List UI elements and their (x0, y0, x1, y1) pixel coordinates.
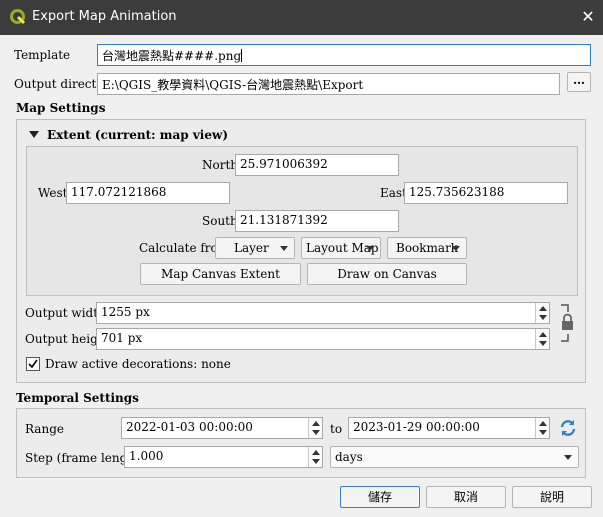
bookmark-dropdown[interactable]: Bookmark (387, 237, 467, 259)
north-input[interactable]: 25.971006392 (235, 154, 399, 176)
output-width-input[interactable]: 1255 px (96, 302, 550, 324)
bookmark-dropdown-label: Bookmark (396, 241, 459, 255)
save-button[interactable]: 儲存 (340, 486, 420, 508)
west-value: 117.072121868 (71, 185, 167, 199)
map-canvas-extent-button[interactable]: Map Canvas Extent (140, 263, 301, 285)
collapse-arrow-icon[interactable] (29, 131, 39, 138)
north-value: 25.971006392 (240, 157, 328, 171)
output-height-value: 701 px (101, 331, 143, 345)
chevron-down-icon (366, 246, 374, 251)
east-label: East (380, 186, 407, 200)
title-bar: Export Map Animation ✕ (0, 0, 603, 35)
step-spinner[interactable] (308, 447, 322, 467)
south-value: 21.131871392 (240, 213, 328, 227)
range-end-input[interactable]: 2023-01-29 00:00:00 (348, 417, 550, 439)
map-settings-title: Map Settings (16, 101, 106, 115)
east-value: 125.735623188 (409, 185, 505, 199)
chevron-down-icon (280, 246, 288, 251)
range-end-spinner[interactable] (535, 418, 549, 438)
step-input[interactable]: 1.000 (124, 446, 323, 468)
chevron-down-icon (564, 455, 572, 460)
lock-ratio-icon[interactable] (558, 303, 578, 343)
refresh-icon[interactable] (558, 418, 578, 438)
template-input-value: 台灣地震熱點####.png (102, 49, 242, 63)
text-caret (241, 49, 243, 62)
draw-on-canvas-button[interactable]: Draw on Canvas (307, 263, 467, 285)
north-label: North (202, 158, 239, 172)
range-start-value: 2022-01-03 00:00:00 (126, 420, 253, 434)
output-width-spinner[interactable] (535, 303, 549, 323)
output-directory-input[interactable]: E:\QGIS_教學資料\QGIS-台灣地震熱點\Export (97, 73, 560, 95)
qgis-logo-icon (10, 9, 26, 25)
east-input[interactable]: 125.735623188 (404, 182, 568, 204)
spin-up-icon (312, 421, 320, 426)
south-input[interactable]: 21.131871392 (235, 210, 399, 232)
window-title: Export Map Animation (32, 9, 177, 24)
close-icon[interactable]: ✕ (578, 6, 598, 28)
draw-decorations-label[interactable]: Draw active decorations: none (45, 357, 231, 371)
browse-button[interactable]: … (567, 72, 591, 92)
output-width-label: Output width (25, 306, 106, 320)
cancel-button[interactable]: 取消 (426, 486, 506, 508)
spin-up-icon (539, 332, 547, 337)
range-label: Range (25, 422, 64, 436)
range-start-input[interactable]: 2022-01-03 00:00:00 (121, 417, 323, 439)
range-end-value: 2023-01-29 00:00:00 (353, 420, 480, 434)
output-directory-value: E:\QGIS_教學資料\QGIS-台灣地震熱點\Export (102, 78, 364, 92)
range-to-label: to (330, 422, 343, 436)
checkmark-icon (28, 359, 38, 369)
help-button[interactable]: 說明 (512, 486, 592, 508)
spin-up-icon (539, 306, 547, 311)
output-height-input[interactable]: 701 px (96, 328, 550, 350)
template-input[interactable]: 台灣地震熱點####.png (97, 44, 591, 66)
layer-dropdown[interactable]: Layer (215, 237, 295, 259)
extent-title[interactable]: Extent (current: map view) (47, 128, 228, 142)
spin-down-icon (539, 315, 547, 320)
spin-down-icon (312, 459, 320, 464)
spin-up-icon (539, 421, 547, 426)
draw-decorations-checkbox[interactable] (26, 357, 40, 371)
step-unit-dropdown[interactable]: days (330, 446, 579, 468)
temporal-settings-title: Temporal Settings (16, 391, 139, 405)
south-label: South (202, 214, 238, 228)
template-label: Template (14, 48, 71, 62)
output-height-spinner[interactable] (535, 329, 549, 349)
west-input[interactable]: 117.072121868 (66, 182, 230, 204)
spin-down-icon (312, 430, 320, 435)
west-label: West (38, 186, 68, 200)
step-unit-label: days (335, 450, 363, 464)
chevron-down-icon (452, 246, 460, 251)
spin-up-icon (312, 450, 320, 455)
output-width-value: 1255 px (101, 305, 150, 319)
spin-down-icon (539, 341, 547, 346)
layer-dropdown-label: Layer (234, 241, 269, 255)
step-value: 1.000 (129, 449, 164, 463)
range-start-spinner[interactable] (308, 418, 322, 438)
spin-down-icon (539, 430, 547, 435)
layout-map-dropdown[interactable]: Layout Map (301, 237, 381, 259)
